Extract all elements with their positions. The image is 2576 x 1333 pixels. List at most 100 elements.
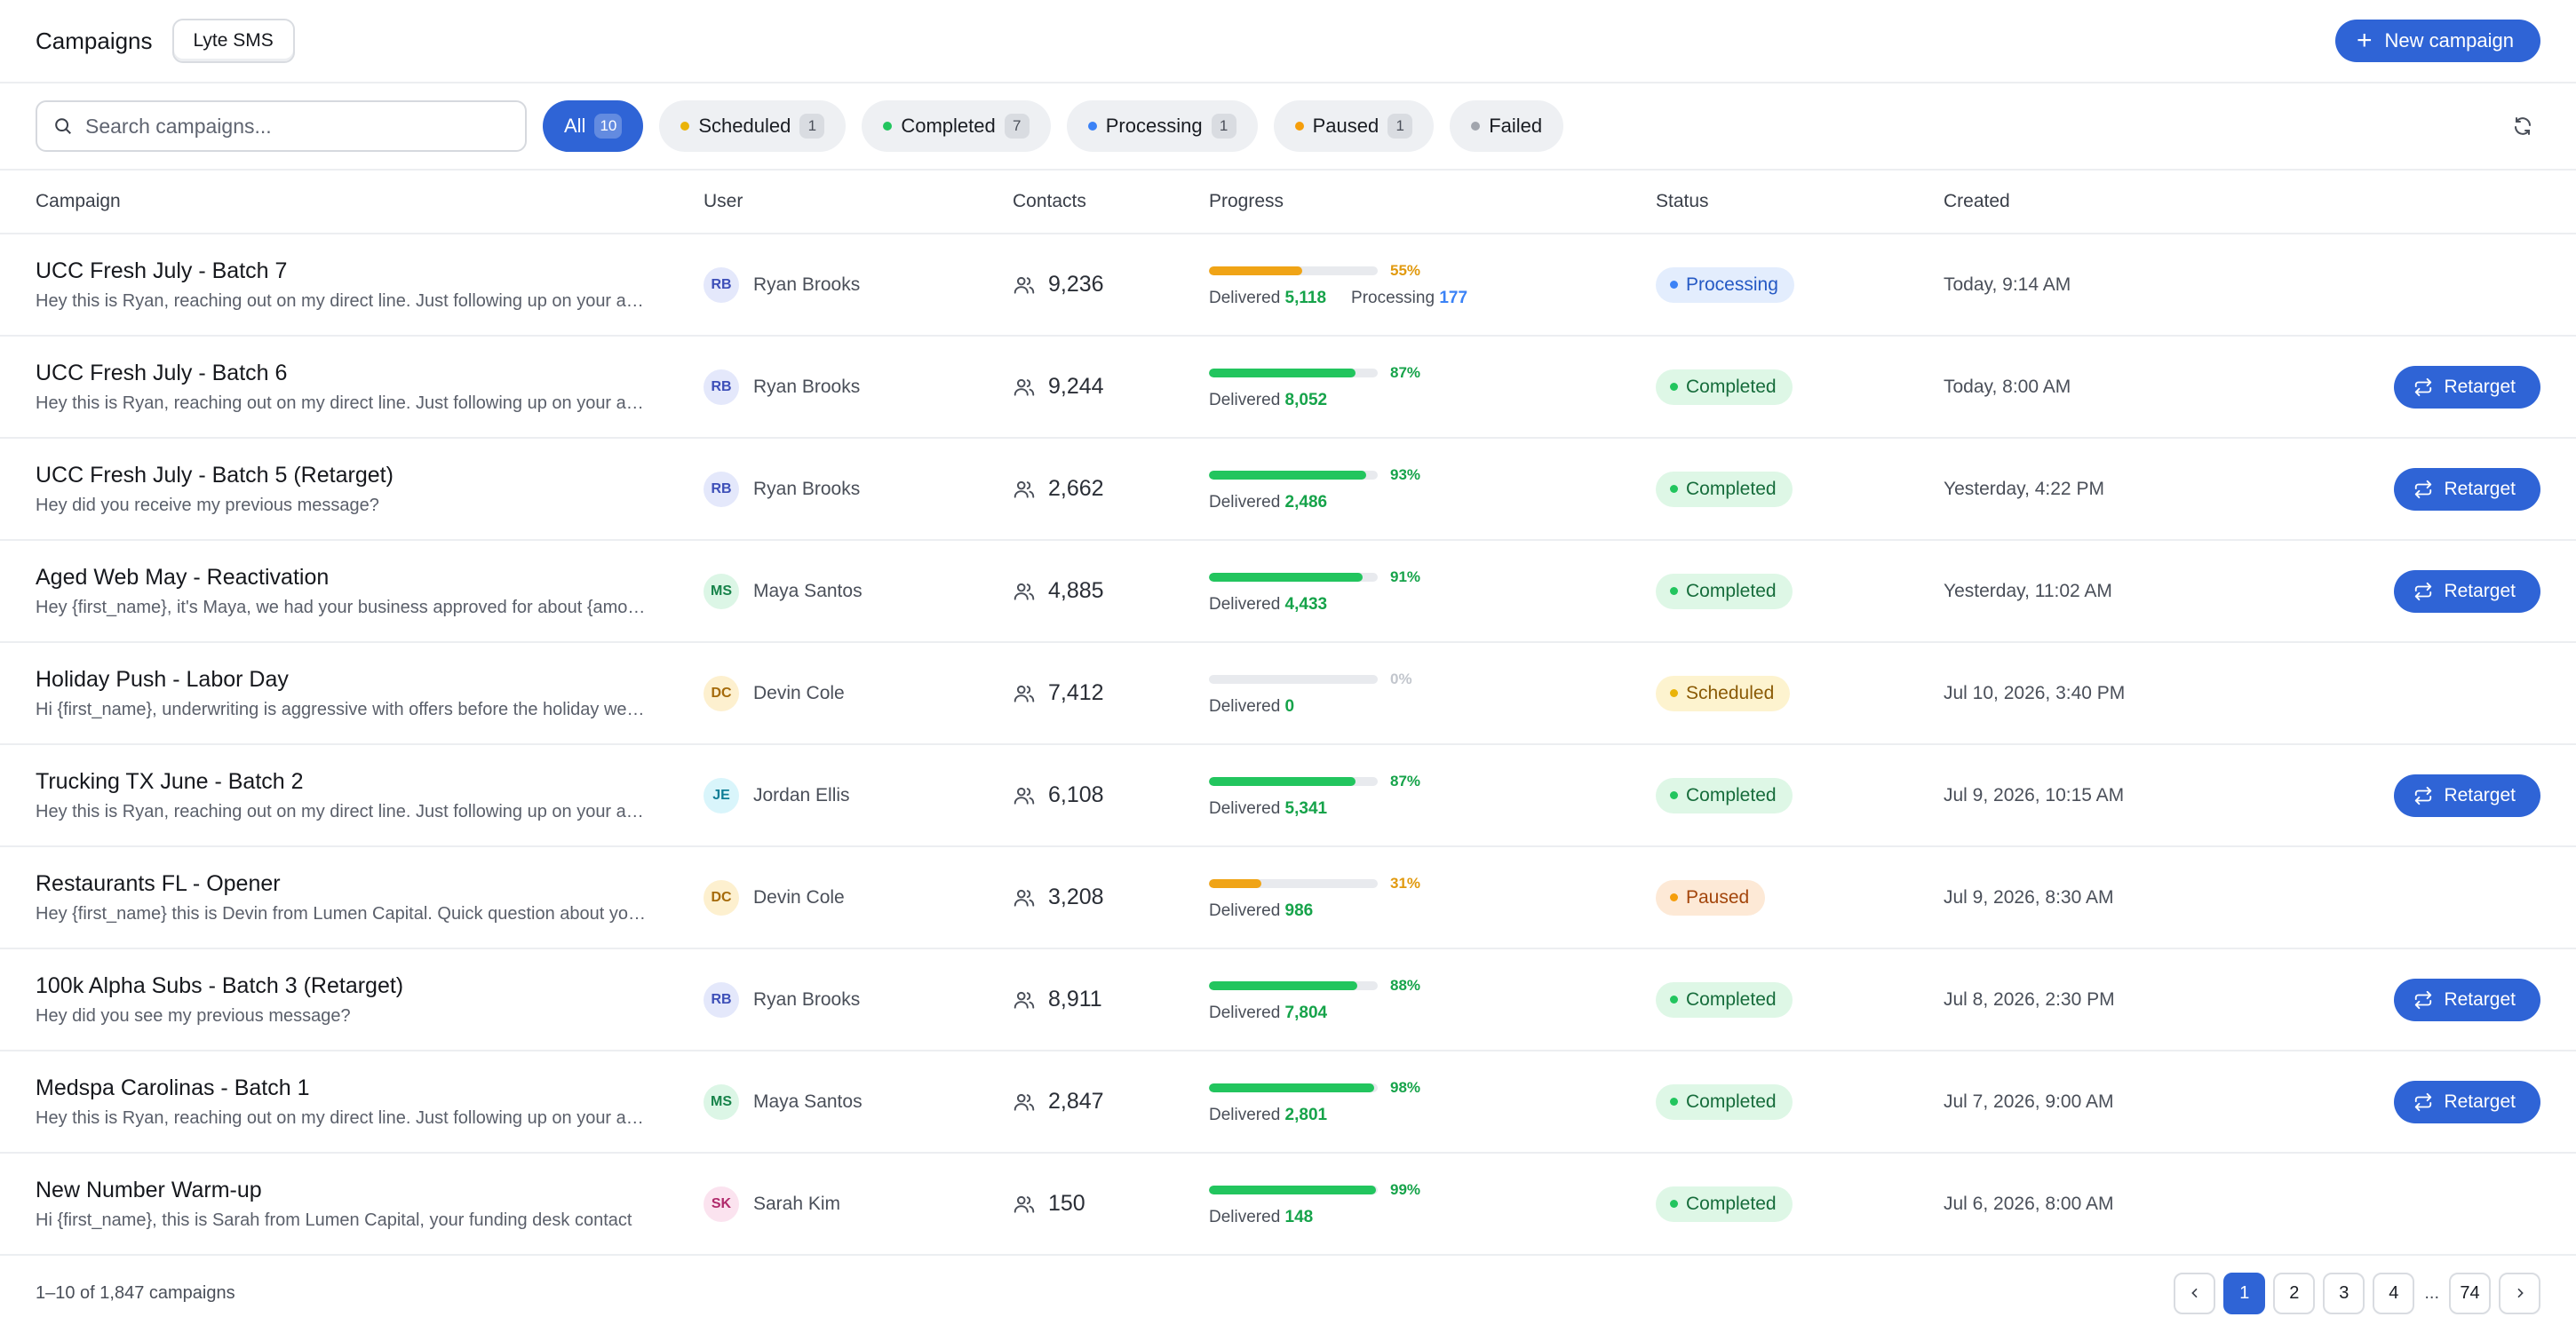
page-button-4[interactable]: 4 (2373, 1272, 2415, 1314)
status-dot-icon (1670, 1200, 1678, 1208)
user-name: Ryan Brooks (753, 478, 861, 499)
retarget-button[interactable]: Retarget (2394, 774, 2540, 817)
status-dot-icon (1670, 996, 1678, 1004)
status-cell: Completed (1656, 439, 1793, 539)
header-created[interactable]: Created (1944, 171, 2010, 233)
filter-chip-paused[interactable]: Paused 1 (1273, 100, 1435, 152)
campaign-message-preview: Hey {first_name} this is Devin from Lume… (36, 903, 648, 924)
retarget-button[interactable]: Retarget (2394, 569, 2540, 613)
table-row[interactable]: UCC Fresh July - Batch 6 Hey this is Ryan… (0, 337, 2576, 439)
filter-chip-processing[interactable]: Processing 1 (1066, 100, 1258, 152)
contacts-count: 6,108 (1048, 782, 1104, 807)
campaign-name[interactable]: New Number Warm-up (36, 1178, 262, 1203)
action-cell: Retarget (2394, 541, 2540, 641)
campaign-name[interactable]: Aged Web May - Reactivation (36, 565, 329, 591)
page-button-1[interactable]: 1 (2223, 1272, 2266, 1314)
table-row[interactable]: Aged Web May - Reactivation Hey {first_na… (0, 541, 2576, 643)
status-label: Completed (1686, 1091, 1777, 1112)
processing-label: Processing (1351, 288, 1435, 307)
table-row[interactable]: Restaurants FL - Opener Hey {first_name} … (0, 847, 2576, 949)
contacts-count: 3,208 (1048, 885, 1104, 909)
delivered-label: Delivered (1209, 1003, 1281, 1022)
progress-percent: 98% (1390, 1078, 1421, 1096)
user-cell: RB Ryan Brooks (704, 234, 860, 335)
progress-cell: 87% Delivered 5,341 (1209, 745, 1420, 845)
created-cell: Yesterday, 4:22 PM (1944, 439, 2104, 539)
retarget-button[interactable]: Retarget (2394, 467, 2540, 511)
table-row[interactable]: UCC Fresh July - Batch 7 Hey this is Ryan… (0, 234, 2576, 337)
processing-count: 177 (1439, 288, 1468, 307)
campaign-name[interactable]: UCC Fresh July - Batch 5 (Retarget) (36, 463, 394, 488)
created-cell: Jul 6, 2026, 8:00 AM (1944, 1154, 2113, 1254)
users-icon (1014, 1093, 1035, 1111)
contacts-cell: 4,885 (1013, 541, 1104, 641)
filter-chip-failed[interactable]: Failed (1450, 100, 1564, 152)
campaigns-window: Campaigns Lyte SMS + New campaign All10 S… (0, 0, 2576, 1333)
repeat-icon (2415, 480, 2432, 498)
search-input[interactable] (85, 114, 509, 139)
contacts-count: 4,885 (1048, 578, 1104, 603)
filter-chip-completed[interactable]: Completed 7 (862, 100, 1051, 152)
status-dot-icon (1670, 485, 1678, 493)
contacts-cell: 9,244 (1013, 337, 1104, 437)
page-button-3[interactable]: 3 (2323, 1272, 2365, 1314)
next-page-button[interactable] (2499, 1272, 2540, 1314)
progress-fill (1209, 878, 1261, 888)
delivered-count: 4,433 (1284, 594, 1328, 614)
progress-percent: 55% (1390, 261, 1421, 279)
page-button-2[interactable]: 2 (2273, 1272, 2316, 1314)
workspace-selector[interactable]: Lyte SMS (171, 19, 295, 63)
table-row[interactable]: Holiday Push - Labor Day Hi {first_name},… (0, 643, 2576, 745)
campaign-name[interactable]: 100k Alpha Subs - Batch 3 (Retarget) (36, 973, 403, 999)
table-row[interactable]: Medspa Carolinas - Batch 1 Hey this is Ry… (0, 1051, 2576, 1154)
table-row[interactable]: UCC Fresh July - Batch 5 (Retarget) Hey d… (0, 439, 2576, 541)
progress-fill (1209, 368, 1356, 377)
status-cell: Paused (1656, 847, 1766, 948)
retarget-button[interactable]: Retarget (2394, 365, 2540, 409)
campaign-name[interactable]: Trucking TX June - Batch 2 (36, 769, 304, 795)
filter-count-badge: 10 (594, 114, 623, 139)
progress-fill (1209, 1083, 1375, 1092)
campaign-name[interactable]: UCC Fresh July - Batch 7 (36, 258, 287, 284)
avatar: RB (704, 266, 739, 303)
prev-page-button[interactable] (2174, 1272, 2216, 1314)
table-row[interactable]: 100k Alpha Subs - Batch 3 (Retarget) Hey … (0, 949, 2576, 1051)
filter-chip-all[interactable]: All 10 (543, 100, 644, 152)
chevron-right-icon (2516, 1288, 2524, 1298)
filter-chip-scheduled[interactable]: Scheduled 1 (659, 100, 847, 152)
contacts-count: 150 (1048, 1191, 1085, 1216)
progress-cell: 31% Delivered 986 (1209, 847, 1420, 948)
page-header: Campaigns Lyte SMS + New campaign (0, 0, 2576, 83)
user-name: Ryan Brooks (753, 988, 861, 1010)
campaign-name[interactable]: Restaurants FL - Opener (36, 871, 281, 897)
campaign-message-preview: Hey this is Ryan, reaching out on my dir… (36, 393, 648, 413)
table-row[interactable]: Trucking TX June - Batch 2 Hey this is Ry… (0, 745, 2576, 847)
progress-stats: Delivered 2,486 (1209, 493, 1327, 512)
header-contacts[interactable]: Contacts (1013, 171, 1086, 233)
retarget-button[interactable]: Retarget (2394, 978, 2540, 1021)
header-campaign[interactable]: Campaign (36, 171, 121, 233)
retarget-button[interactable]: Retarget (2394, 1080, 2540, 1123)
repeat-icon (2415, 786, 2432, 805)
page-ellipsis: ... (2424, 1282, 2439, 1303)
header-user[interactable]: User (704, 171, 743, 233)
progress-track (1209, 980, 1378, 990)
campaign-name[interactable]: Medspa Carolinas - Batch 1 (36, 1075, 309, 1101)
campaign-name[interactable]: UCC Fresh July - Batch 6 (36, 361, 287, 386)
created-date: Jul 6, 2026, 8:00 AM (1944, 1193, 2114, 1214)
status-badge: Scheduled (1656, 675, 1791, 711)
progress-stats: Delivered 5,118 Processing 177 (1209, 289, 1467, 308)
status-label: Completed (1686, 784, 1777, 805)
header-status[interactable]: Status (1656, 171, 1709, 233)
header-progress[interactable]: Progress (1209, 171, 1284, 233)
table-row[interactable]: New Number Warm-up Hi {first_name}, this … (0, 1154, 2576, 1256)
avatar: SK (704, 1186, 739, 1222)
status-dot-icon (1670, 383, 1678, 391)
page-button-last[interactable]: 74 (2449, 1272, 2491, 1314)
search-box[interactable] (36, 100, 527, 152)
campaign-name[interactable]: Holiday Push - Labor Day (36, 667, 289, 693)
refresh-button[interactable] (2505, 108, 2540, 144)
delivered-label: Delivered (1209, 492, 1281, 512)
new-campaign-button[interactable]: + New campaign (2334, 20, 2540, 62)
action-cell: Retarget (2394, 1051, 2540, 1152)
